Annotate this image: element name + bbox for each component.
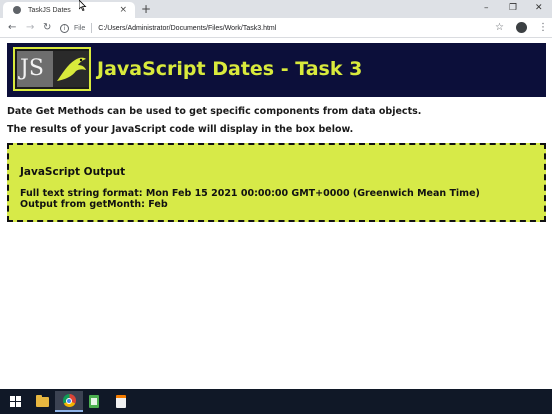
lizard-icon — [53, 51, 89, 87]
minimize-button[interactable]: – — [484, 1, 489, 15]
menu-kebab-icon[interactable]: ⋮ — [538, 21, 548, 35]
mouse-cursor-icon — [79, 0, 87, 11]
intro-paragraph-2: The results of your JavaScript code will… — [7, 124, 354, 135]
file-explorer-icon — [35, 394, 49, 407]
output-heading: JavaScript Output — [20, 166, 126, 178]
back-button[interactable]: ← — [8, 20, 16, 36]
page-viewport: JS JavaScript Dates - Task 3 Date Get Me… — [0, 38, 552, 389]
logo-js-box: JS — [17, 51, 53, 87]
page-banner: JS JavaScript Dates - Task 3 — [7, 43, 546, 97]
globe-icon — [13, 6, 21, 14]
taskbar-chrome[interactable] — [55, 391, 83, 412]
tab-close-button[interactable]: × — [119, 4, 127, 16]
profile-avatar-icon[interactable] — [516, 22, 527, 33]
javascript-output-box: JavaScript Output Full text string forma… — [7, 143, 546, 222]
bookmark-star-icon[interactable]: ☆ — [495, 21, 504, 35]
address-bar[interactable]: i File C:/Users/Administrator/Documents/… — [60, 21, 500, 35]
close-window-button[interactable]: ✕ — [535, 1, 543, 15]
notepad-plus-plus-icon — [89, 395, 99, 408]
url-text[interactable]: C:/Users/Administrator/Documents/Files/W… — [98, 25, 276, 32]
output-line-getmonth: Output from getMonth: Feb — [20, 199, 168, 210]
intro-paragraph-1: Date Get Methods can be used to get spec… — [7, 106, 422, 117]
new-tab-button[interactable]: + — [141, 1, 151, 17]
browser-tab-strip: TaskJS Dates × + – ❐ ✕ — [0, 0, 552, 18]
windows-start-button[interactable] — [1, 391, 29, 412]
document-icon — [116, 395, 126, 408]
reload-button[interactable]: ↻ — [43, 20, 51, 36]
scheme-label: File — [74, 24, 86, 32]
taskbar-document[interactable] — [107, 391, 135, 412]
browser-tab[interactable]: TaskJS Dates × — [3, 2, 135, 18]
browser-toolbar: ← → ↻ i File C:/Users/Administrator/Docu… — [0, 18, 552, 38]
logo-js-text: JS — [20, 56, 44, 81]
page-title: JavaScript Dates - Task 3 — [97, 58, 363, 80]
windows-taskbar — [0, 389, 552, 414]
taskbar-notepad-plus-plus[interactable] — [80, 391, 108, 412]
js-logo: JS — [13, 47, 91, 91]
windows-start-icon — [9, 396, 21, 407]
chrome-icon — [62, 394, 76, 407]
address-divider — [91, 23, 93, 33]
maximize-button[interactable]: ❐ — [509, 1, 517, 15]
info-icon[interactable]: i — [60, 23, 69, 33]
tab-title: TaskJS Dates — [28, 6, 71, 14]
taskbar-file-explorer[interactable] — [28, 391, 56, 412]
output-line-full-string: Full text string format: Mon Feb 15 2021… — [20, 188, 480, 199]
forward-button[interactable]: → — [26, 20, 34, 36]
